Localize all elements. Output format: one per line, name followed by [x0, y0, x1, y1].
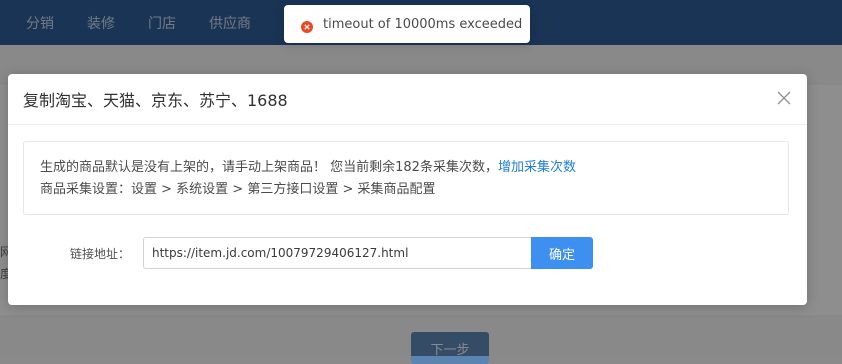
notice-line-1: 生成的商品默认是没有上架的，请手动上架商品！ 您当前剩余182条采集次数，增加采…	[40, 157, 788, 179]
confirm-button[interactable]: 确定	[531, 237, 593, 269]
dialog-title: 复制淘宝、天猫、京东、苏宁、1688	[23, 91, 288, 110]
error-circle-icon	[301, 18, 313, 33]
url-form-row: 链接地址： 确定	[8, 237, 807, 269]
url-label: 链接地址：	[70, 247, 131, 261]
url-input[interactable]	[143, 237, 531, 269]
error-toast: timeout of 10000ms exceeded	[284, 5, 530, 43]
notice-box: 生成的商品默认是没有上架的，请手动上架商品！ 您当前剩余182条采集次数，增加采…	[23, 141, 789, 215]
dialog-header: 复制淘宝、天猫、京东、苏宁、1688	[8, 74, 807, 125]
add-collection-count-link[interactable]: 增加采集次数	[498, 160, 576, 175]
notice-line-2: 商品采集设置：设置 > 系统设置 > 第三方接口设置 > 采集商品配置	[40, 182, 436, 197]
toast-message: timeout of 10000ms exceeded	[323, 16, 523, 32]
import-product-dialog: 复制淘宝、天猫、京东、苏宁、1688 生成的商品默认是没有上架的，请手动上架商品…	[8, 74, 807, 305]
notice-text: 生成的商品默认是没有上架的，请手动上架商品！ 您当前剩余182条采集次数，	[40, 160, 498, 175]
close-icon[interactable]	[777, 91, 791, 105]
